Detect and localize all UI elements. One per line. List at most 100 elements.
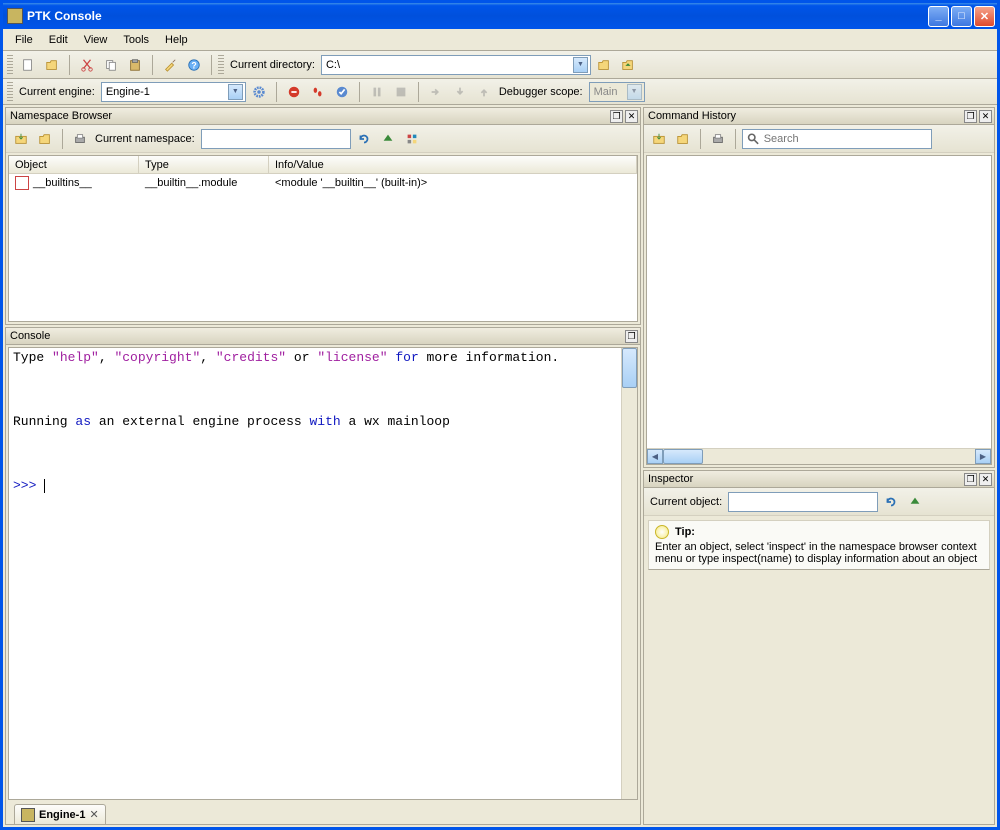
pause-debug-button[interactable] [307,81,329,103]
menu-view[interactable]: View [76,32,116,48]
step-into-icon [453,85,467,99]
pause-button[interactable] [366,81,388,103]
menu-help[interactable]: Help [157,32,196,48]
panel-restore-button[interactable]: ❐ [964,110,977,123]
console-tabs: Engine-1 ✕ [6,802,640,824]
up-arrow-icon [908,495,922,509]
text-caret [44,479,45,493]
maximize-button[interactable]: □ [951,6,972,27]
minimize-button[interactable]: _ [928,6,949,27]
folder-up-button[interactable] [617,54,639,76]
toolbar-grip[interactable] [7,55,13,75]
continue-button[interactable] [331,81,353,103]
filter-icon [405,132,419,146]
separator [700,129,701,149]
help-icon: ? [187,58,201,72]
panel-restore-button[interactable]: ❐ [610,110,623,123]
module-icon [15,176,29,190]
help-button[interactable]: ? [183,54,205,76]
svg-text:?: ? [191,60,196,70]
chevron-down-icon[interactable]: ▼ [573,57,588,73]
chevron-down-icon[interactable]: ▼ [228,84,243,100]
column-header-type[interactable]: Type [139,156,269,173]
current-namespace-input[interactable] [201,129,351,149]
close-button[interactable]: ✕ [974,6,995,27]
separator [359,82,360,102]
close-tab-icon[interactable]: ✕ [89,808,98,821]
ns-open-button[interactable] [34,128,56,150]
column-header-info[interactable]: Info/Value [269,156,637,173]
inspector-up-button[interactable] [904,491,926,513]
panel-close-button[interactable]: ✕ [625,110,638,123]
history-search[interactable] [742,129,932,149]
console-panel: Console ❐ Type "help", "copyright", "cre… [5,327,641,825]
copy-button[interactable] [100,54,122,76]
panel-close-button[interactable]: ✕ [979,473,992,486]
current-directory-label: Current directory: [228,59,319,71]
panel-restore-button[interactable]: ❐ [964,473,977,486]
tip-text: Enter an object, select 'inspect' in the… [655,541,983,565]
console-tab-engine1[interactable]: Engine-1 ✕ [14,804,106,824]
engine-settings-button[interactable] [248,81,270,103]
current-object-input[interactable] [728,492,878,512]
stop-button[interactable] [283,81,305,103]
inspector-refresh-button[interactable] [880,491,902,513]
ns-up-button[interactable] [377,128,399,150]
current-namespace-label: Current namespace: [93,133,199,145]
toolbar-grip[interactable] [218,55,224,75]
ns-import-button[interactable] [10,128,32,150]
scrollbar-track[interactable] [663,449,975,464]
step-button[interactable] [425,81,447,103]
scroll-right-button[interactable]: ▶ [975,449,991,464]
panel-close-button[interactable]: ✕ [979,110,992,123]
cell-info: <module '__builtin__' (built-in)> [269,177,637,189]
open-folder-icon [38,132,52,146]
table-row[interactable]: __builtins__ __builtin__.module <module … [9,174,637,192]
history-print-button[interactable] [707,128,729,150]
menu-file[interactable]: File [7,32,41,48]
paste-button[interactable] [124,54,146,76]
ns-refresh-button[interactable] [353,128,375,150]
scrollbar-thumb[interactable] [622,348,637,388]
console-prompt: >>> [13,478,44,493]
current-engine-combo[interactable]: Engine-1 ▼ [101,82,246,102]
namespace-table[interactable]: Object Type Info/Value __builtins__ __bu… [8,155,638,322]
column-header-object[interactable]: Object [9,156,139,173]
current-directory-combo[interactable]: C:\ ▼ [321,55,591,75]
open-folder-button[interactable] [41,54,63,76]
panel-restore-button[interactable]: ❐ [625,330,638,343]
ns-print-button[interactable] [69,128,91,150]
scrollbar-thumb[interactable] [663,449,703,464]
history-open-button[interactable] [672,128,694,150]
import-icon [14,132,28,146]
refresh-icon [357,132,371,146]
scroll-left-button[interactable]: ◀ [647,449,663,464]
debugger-scope-value: Main [594,86,627,98]
history-search-input[interactable] [764,133,927,145]
cell-type: __builtin__.module [139,177,269,189]
step-into-button[interactable] [449,81,471,103]
chevron-down-icon: ▼ [627,84,642,100]
panel-header: Console ❐ [6,328,640,345]
separator [62,129,63,149]
app-window: PTK Console _ □ ✕ File Edit View Tools H… [0,0,1000,830]
ns-filter-button[interactable] [401,128,423,150]
clear-button[interactable] [159,54,181,76]
history-import-button[interactable] [648,128,670,150]
history-body[interactable]: ◀ ▶ [646,155,992,465]
horizontal-scrollbar[interactable]: ◀ ▶ [647,448,991,464]
browse-folder-button[interactable] [593,54,615,76]
stop-debug-button[interactable] [390,81,412,103]
console-text-area[interactable]: Type "help", "copyright", "credits" or "… [9,348,621,799]
tab-label: Engine-1 [39,809,85,821]
new-file-button[interactable] [17,54,39,76]
menu-tools[interactable]: Tools [115,32,157,48]
history-toolbar [644,125,994,153]
cut-button[interactable] [76,54,98,76]
menu-edit[interactable]: Edit [41,32,76,48]
titlebar[interactable]: PTK Console _ □ ✕ [3,3,997,29]
cut-icon [80,58,94,72]
console-scrollbar[interactable] [621,348,637,799]
toolbar-grip[interactable] [7,82,13,102]
step-out-button[interactable] [473,81,495,103]
